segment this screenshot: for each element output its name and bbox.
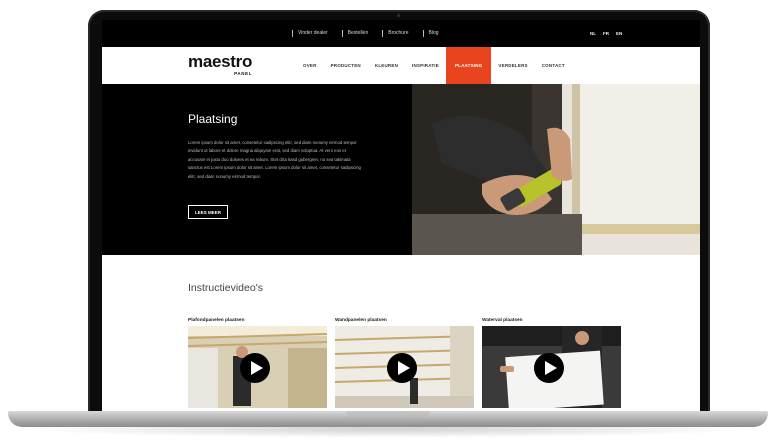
play-button[interactable]: [240, 353, 270, 383]
menu-item-kleuren[interactable]: Kleuren: [368, 47, 405, 84]
read-more-button[interactable]: LEES MEER: [188, 205, 229, 219]
hero-title: Plaatsing: [188, 112, 238, 126]
play-icon: [398, 361, 410, 375]
top-bar: Vinder dealer Bestellen Brochure Blog NL…: [102, 20, 700, 47]
menu-item-producten[interactable]: Producten: [324, 47, 368, 84]
main-navbar: maestro PANEL Over Producten Kleuren Ins…: [102, 47, 700, 85]
video-card[interactable]: Plafondpanelen plaatsen: [188, 317, 327, 408]
top-links: Vinder dealer Bestellen Brochure Blog: [292, 30, 439, 37]
browser-viewport: Vinder dealer Bestellen Brochure Blog NL…: [102, 20, 700, 411]
hero-body-text: Lorem ipsum dolor sit amet, consetetur s…: [188, 140, 361, 179]
play-button[interactable]: [534, 353, 564, 383]
laptop-notch: [346, 411, 430, 418]
menu-item-contact[interactable]: Contact: [535, 47, 572, 84]
menu-item-verdelers[interactable]: Verdelers: [491, 47, 534, 84]
lang-nl[interactable]: NL: [590, 31, 596, 36]
hero-installation-photo: [412, 84, 700, 255]
video-thumbnail[interactable]: [188, 326, 327, 408]
menu-item-inspiratie[interactable]: Inspiratie: [405, 47, 446, 84]
laptop-base: [8, 411, 768, 427]
logo-subtitle: PANEL: [234, 71, 253, 76]
lang-en[interactable]: EN: [616, 31, 622, 36]
top-link-blog[interactable]: Blog: [422, 30, 439, 37]
menu-item-over[interactable]: Over: [296, 47, 324, 84]
logo-wordmark: maestro: [188, 52, 253, 71]
menu-item-plaatsing[interactable]: Plaatsing: [445, 47, 492, 84]
video-cards: Plafondpanelen plaatsen Wandpanelen plaa…: [188, 317, 621, 408]
top-link-brochure[interactable]: Brochure: [382, 30, 409, 37]
play-button[interactable]: [387, 353, 417, 383]
video-thumbnail[interactable]: [335, 326, 474, 408]
video-card-title[interactable]: Waterval plaatsen: [482, 317, 621, 325]
camera-icon: [397, 14, 400, 17]
top-link-dealer[interactable]: Vinder dealer: [292, 30, 328, 37]
play-icon: [251, 361, 263, 375]
lang-fr[interactable]: FR: [603, 31, 609, 36]
brand-logo[interactable]: maestro PANEL: [188, 53, 252, 76]
video-card-title[interactable]: Wandpanelen plaatsen: [335, 317, 474, 325]
main-menu: Over Producten Kleuren Inspiratie Plaats…: [296, 47, 572, 84]
video-card[interactable]: Wandpanelen plaatsen: [335, 317, 474, 408]
language-switcher: NL FR EN: [590, 31, 622, 36]
video-card-title[interactable]: Plafondpanelen plaatsen: [188, 317, 327, 325]
videos-section-title: Instructievideo's: [188, 282, 263, 294]
hero-section: Plaatsing Lorem ipsum dolor sit amet, co…: [102, 84, 700, 255]
video-card[interactable]: Waterval plaatsen: [482, 317, 621, 408]
play-icon: [545, 361, 557, 375]
top-link-order[interactable]: Bestellen: [341, 30, 368, 37]
video-thumbnail[interactable]: [482, 326, 621, 408]
